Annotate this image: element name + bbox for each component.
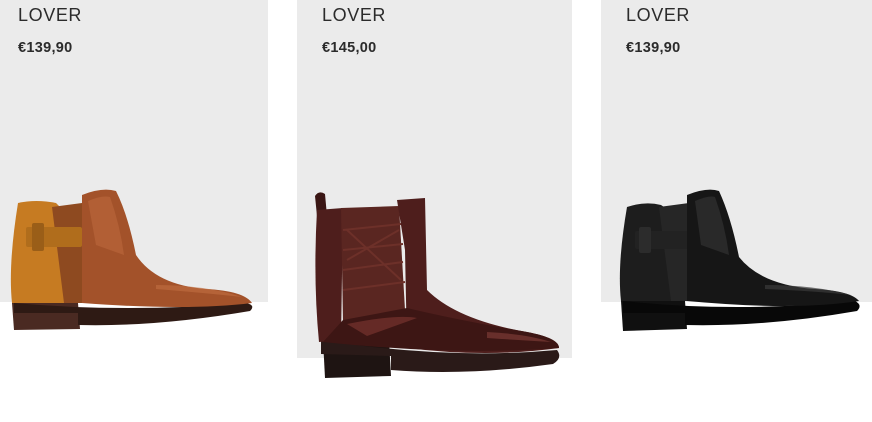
product-brand[interactable]: LOVER — [18, 5, 82, 26]
product-brand[interactable]: LOVER — [322, 5, 386, 26]
product-price: €145,00 — [322, 40, 377, 56]
product-brand[interactable]: LOVER — [626, 5, 690, 26]
product-card-2[interactable]: LOVER €145,00 — [297, 0, 572, 422]
product-price: €139,90 — [626, 40, 681, 56]
product-card-3[interactable]: LOVER €139,90 — [601, 0, 872, 422]
burgundy-chelsea-boot-icon[interactable] — [307, 190, 572, 382]
product-price: €139,90 — [18, 40, 73, 56]
brown-ankle-boot-icon[interactable] — [6, 185, 258, 335]
black-ankle-boot-icon[interactable] — [615, 185, 865, 335]
product-card-1[interactable]: LOVER €139,90 — [0, 0, 268, 422]
